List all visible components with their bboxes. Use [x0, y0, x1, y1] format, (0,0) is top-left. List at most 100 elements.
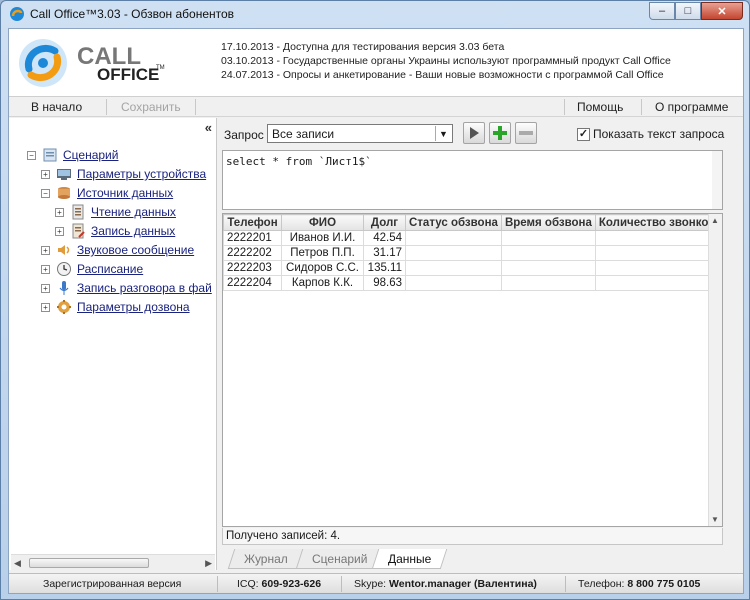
cell-phone[interactable]: 2222202 — [223, 245, 282, 261]
cell-call-count[interactable]: 0 — [594, 245, 720, 261]
scenario-tree-panel: « − Сценарий + Параметры устройства − Ис… — [9, 118, 217, 570]
tab-journal[interactable]: Журнал — [227, 549, 305, 569]
tree-item-read-data[interactable]: + Чтение данных — [55, 203, 176, 221]
dial-settings-icon — [57, 300, 71, 314]
cell-time[interactable] — [500, 275, 596, 291]
cell-time[interactable] — [500, 245, 596, 261]
news-item[interactable]: 24.07.2013 - Опросы и анкетирование - Ва… — [221, 68, 671, 82]
cell-debt[interactable]: 42.54 — [363, 230, 406, 246]
tree-item-write-data[interactable]: + Запись данных — [55, 222, 175, 240]
tree-item-sound-message[interactable]: + Звуковое сообщение — [41, 241, 194, 259]
cell-phone[interactable]: 2222203 — [223, 260, 282, 276]
cell-time[interactable] — [500, 260, 596, 276]
app-logo-icon — [10, 7, 24, 21]
save-button[interactable]: Сохранить — [121, 100, 181, 114]
expand-icon[interactable]: + — [41, 169, 50, 179]
news-item[interactable]: 03.10.2013 - Государственные органы Укра… — [221, 54, 671, 68]
skype-info: Skype: Wentor.manager (Валентина) — [354, 578, 537, 590]
clock-icon — [57, 262, 71, 276]
table-row[interactable]: 2222203 Сидоров С.С. 135.11 0 — [223, 260, 720, 276]
remove-query-button[interactable] — [515, 122, 537, 144]
cell-call-count[interactable]: 1 — [594, 230, 720, 246]
table-row[interactable]: 2222201 Иванов И.И. 42.54 1 — [223, 230, 720, 246]
expand-icon[interactable]: + — [41, 283, 50, 293]
close-button[interactable]: ✕ — [701, 2, 743, 20]
tab-scenario[interactable]: Сценарий — [295, 549, 384, 569]
chevron-down-icon[interactable]: ▼ — [435, 126, 451, 141]
plus-icon — [493, 126, 507, 140]
tab-label: Сценарий — [312, 552, 368, 566]
cell-debt[interactable]: 135.11 — [363, 260, 406, 276]
help-button[interactable]: Помощь — [577, 100, 623, 114]
cell-call-count[interactable]: 0 — [594, 260, 720, 276]
show-query-text-checkbox[interactable]: ✓ — [577, 127, 590, 141]
maximize-button[interactable]: □ — [675, 2, 701, 20]
expand-icon[interactable]: + — [55, 207, 64, 217]
tree-item-device-params[interactable]: + Параметры устройства — [41, 165, 206, 183]
cell-time[interactable] — [500, 230, 596, 246]
show-query-text-label: Показать текст запроса — [593, 127, 725, 141]
cell-name[interactable]: Иванов И.И. — [281, 230, 364, 246]
column-header[interactable]: Статус обзвона — [405, 214, 502, 231]
cell-debt[interactable]: 98.63 — [363, 275, 406, 291]
cell-phone[interactable]: 2222204 — [223, 275, 282, 291]
column-header[interactable]: Телефон — [223, 214, 282, 231]
header: CALL OFFICE TM 17.10.2013 - Доступна для… — [9, 29, 743, 97]
cell-call-count[interactable]: 0 — [594, 275, 720, 291]
cell-name[interactable]: Карпов К.К. — [281, 275, 364, 291]
tree-item-dial-params[interactable]: + Параметры дозвона — [41, 298, 190, 316]
minimize-button[interactable]: ‒ — [649, 2, 675, 20]
scroll-up-icon[interactable]: ▲ — [711, 216, 719, 225]
cell-status[interactable] — [405, 260, 502, 276]
menu-bar: В начало Сохранить Помощь О программе — [9, 97, 743, 117]
expand-icon[interactable]: + — [41, 302, 50, 312]
tree-item-schedule[interactable]: + Расписание — [41, 260, 143, 278]
home-button[interactable]: В начало — [31, 100, 82, 114]
collapse-panel-button[interactable]: « — [205, 120, 212, 135]
title-bar[interactable]: Call Office™3.03 - Обзвон абонентов ‒ □ … — [1, 1, 749, 27]
cell-debt[interactable]: 31.17 — [363, 245, 406, 261]
news-item[interactable]: 17.10.2013 - Доступна для тестирования в… — [221, 40, 671, 54]
scroll-down-icon[interactable]: ▼ — [711, 515, 719, 524]
expand-icon[interactable]: − — [41, 188, 50, 198]
table-row[interactable]: 2222204 Карпов К.К. 98.63 0 — [223, 275, 720, 291]
query-select-value: Все записи — [272, 127, 335, 141]
scrollbar-thumb[interactable] — [29, 558, 149, 568]
about-button[interactable]: О программе — [655, 100, 728, 114]
expand-icon[interactable]: + — [41, 264, 50, 274]
sql-text-area[interactable]: select * from `Лист1$` — [222, 150, 723, 210]
cell-status[interactable] — [405, 275, 502, 291]
tree-horizontal-scrollbar[interactable]: ◀ ▶ — [11, 554, 215, 570]
expand-icon[interactable]: + — [41, 245, 50, 255]
column-header[interactable]: Количество звонков — [594, 214, 720, 231]
column-header[interactable]: Долг — [363, 214, 406, 231]
read-data-icon — [72, 204, 84, 220]
menu-separator — [106, 99, 107, 115]
run-query-button[interactable] — [463, 122, 485, 144]
query-select[interactable]: Все записи ▼ — [267, 124, 453, 143]
column-header[interactable]: Время обзвона — [500, 214, 596, 231]
table-row[interactable]: 2222202 Петров П.П. 31.17 0 — [223, 245, 720, 261]
add-query-button[interactable] — [489, 122, 511, 144]
tree-item-label: Запись данных — [91, 224, 176, 238]
grid-vertical-scrollbar[interactable]: ▲ ▼ — [708, 214, 722, 526]
column-header[interactable]: ФИО — [281, 214, 364, 231]
expand-icon[interactable]: + — [55, 226, 64, 236]
tab-data[interactable]: Данные — [371, 549, 448, 569]
expand-icon[interactable]: − — [27, 150, 36, 160]
tree-item-data-source[interactable]: − Источник данных — [41, 184, 173, 202]
tree-item-record-call[interactable]: + Запись разговора в фай — [41, 279, 212, 297]
cell-phone[interactable]: 2222201 — [223, 230, 282, 246]
cell-status[interactable] — [405, 245, 502, 261]
show-query-text-toggle[interactable]: ✓ Показать текст запроса — [577, 127, 724, 141]
sql-scrollbar[interactable] — [712, 151, 722, 209]
cell-name[interactable]: Петров П.П. — [281, 245, 364, 261]
scroll-left-icon[interactable]: ◀ — [14, 558, 21, 569]
tab-label: Журнал — [244, 552, 288, 566]
data-grid: Телефон ФИО Долг Статус обзвона Время об… — [222, 213, 723, 527]
scroll-right-icon[interactable]: ▶ — [205, 558, 212, 569]
cell-status[interactable] — [405, 230, 502, 246]
phone-number: 8 800 775 0105 — [627, 578, 701, 590]
cell-name[interactable]: Сидоров С.С. — [281, 260, 364, 276]
tree-item-scenario[interactable]: − Сценарий — [27, 146, 118, 164]
